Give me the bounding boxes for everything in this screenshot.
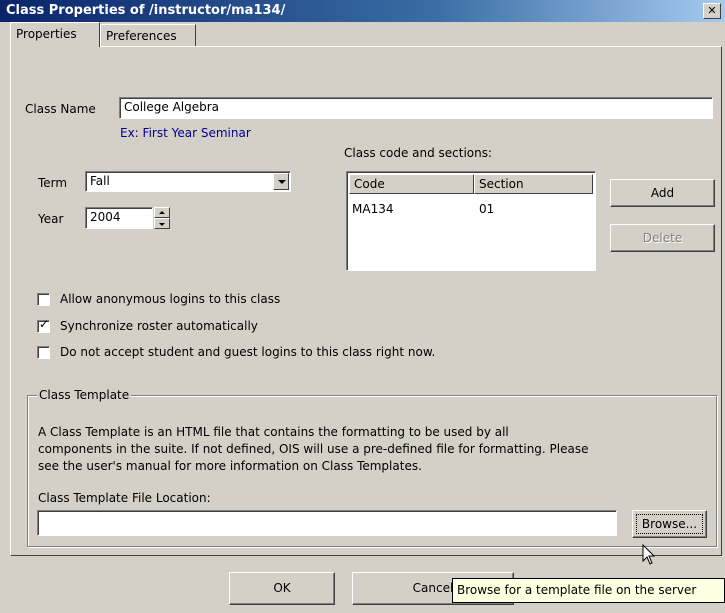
term-label: Term bbox=[38, 176, 68, 190]
template-file-label: Class Template File Location: bbox=[38, 491, 211, 505]
template-file-input[interactable] bbox=[37, 510, 617, 536]
class-name-hint: Ex: First Year Seminar bbox=[120, 126, 251, 140]
year-input[interactable]: 2004 bbox=[85, 207, 153, 229]
delete-button[interactable]: Delete bbox=[610, 224, 715, 252]
add-button[interactable]: Add bbox=[610, 179, 715, 207]
term-select[interactable]: Fall bbox=[85, 171, 291, 192]
reject-logins-label: Do not accept student and guest logins t… bbox=[60, 345, 436, 359]
anonymous-logins-checkbox[interactable] bbox=[37, 293, 50, 306]
close-icon[interactable]: ✕ bbox=[703, 3, 721, 19]
tab-properties[interactable]: Properties bbox=[10, 22, 100, 47]
sync-roster-label: Synchronize roster automatically bbox=[60, 319, 258, 333]
column-header-section[interactable]: Section bbox=[474, 174, 593, 194]
reject-logins-checkbox[interactable] bbox=[37, 346, 50, 359]
window-title: Class Properties of /instructor/ma134/ bbox=[6, 3, 286, 18]
browse-tooltip: Browse for a template file on the server bbox=[452, 578, 725, 603]
browse-button[interactable]: Browse... bbox=[632, 510, 707, 538]
class-name-label: Class Name bbox=[25, 102, 96, 116]
checkmark-icon: ✓ bbox=[39, 317, 50, 331]
term-value: Fall bbox=[90, 174, 110, 188]
year-label: Year bbox=[38, 212, 64, 226]
class-codes-label: Class code and sections: bbox=[344, 146, 493, 160]
dialog-window: Class Properties of /instructor/ma134/ ✕… bbox=[0, 0, 725, 613]
spin-up-icon[interactable] bbox=[154, 207, 170, 218]
tab-preferences[interactable]: Preferences bbox=[100, 24, 196, 46]
template-desc-line-2: components in the suite. If not defined,… bbox=[38, 442, 589, 456]
anonymous-logins-label: Allow anonymous logins to this class bbox=[60, 292, 281, 306]
class-template-title: Class Template bbox=[37, 388, 132, 402]
class-codes-list[interactable]: Code Section MA134 01 bbox=[346, 171, 596, 271]
sync-roster-checkbox[interactable]: ✓ bbox=[37, 317, 50, 333]
title-bar[interactable]: Class Properties of /instructor/ma134/ ✕ bbox=[0, 0, 725, 22]
chevron-down-icon[interactable] bbox=[273, 173, 289, 190]
template-desc-line-3: see the user's manual for more informati… bbox=[38, 459, 422, 473]
spin-down-icon[interactable] bbox=[154, 218, 170, 229]
section-cell[interactable]: 01 bbox=[479, 202, 494, 216]
column-header-code[interactable]: Code bbox=[349, 174, 474, 194]
template-desc-line-1: A Class Template is an HTML file that co… bbox=[38, 425, 509, 439]
mouse-pointer-icon bbox=[642, 544, 656, 565]
code-cell[interactable]: MA134 bbox=[352, 202, 393, 216]
class-name-input[interactable]: College Algebra bbox=[119, 97, 713, 119]
ok-button[interactable]: OK bbox=[229, 572, 335, 605]
